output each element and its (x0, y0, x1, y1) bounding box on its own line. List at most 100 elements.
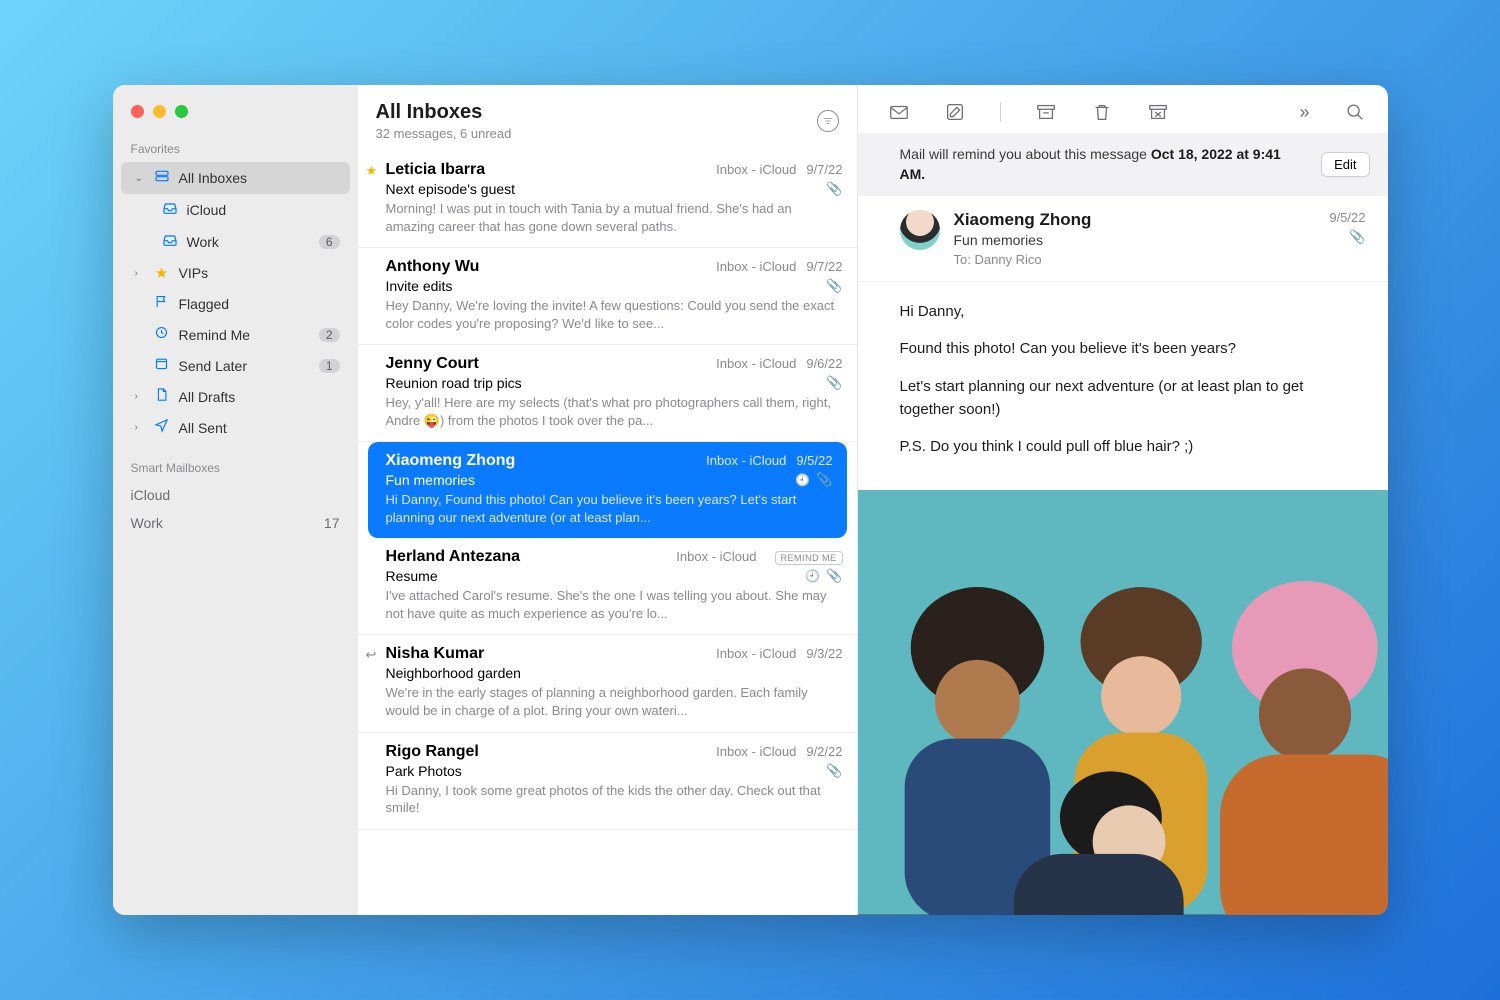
from-name: Xiaomeng Zhong (954, 210, 1316, 230)
sidebar: Favorites ⌄ All Inboxes iCloud Work 6 › … (113, 85, 358, 915)
sidebar-item-flagged[interactable]: › Flagged (121, 288, 350, 319)
sidebar-account-work[interactable]: Work 17 (113, 509, 358, 537)
sidebar-item-label: Send Later (179, 358, 311, 374)
compose-icon[interactable] (944, 101, 966, 123)
message-row[interactable]: Jenny CourtInbox - iCloud9/6/22Reunion r… (358, 345, 857, 442)
avatar (900, 210, 940, 250)
reply-icon: ↩ (366, 647, 377, 663)
count-badge: 1 (319, 359, 340, 373)
mail-window: Favorites ⌄ All Inboxes iCloud Work 6 › … (113, 85, 1388, 915)
sidebar-item-label: All Sent (179, 420, 340, 436)
envelope-icon[interactable] (888, 101, 910, 123)
calendar-icon (153, 356, 171, 375)
chevron-right-icon: › (135, 268, 145, 279)
sidebar-item-label: All Drafts (179, 389, 340, 405)
clock-icon (153, 325, 171, 344)
message-date: 9/3/22 (806, 646, 842, 661)
count-badge: 17 (324, 515, 340, 531)
message-row[interactable]: Anthony WuInbox - iCloud9/7/22Invite edi… (358, 248, 857, 345)
message-list[interactable]: ★Leticia IbarraInbox - iCloud9/7/22Next … (358, 151, 857, 915)
message-row[interactable]: Herland AntezanaInbox - iCloudREMIND MER… (358, 538, 857, 635)
mailbox-location: Inbox - iCloud (716, 162, 796, 177)
sidebar-item-label: VIPs (179, 265, 340, 281)
body-paragraph: Let's start planning our next adventure … (900, 375, 1346, 422)
message-row[interactable]: ★Leticia IbarraInbox - iCloud9/7/22Next … (358, 151, 857, 248)
zoom-window-button[interactable] (175, 105, 188, 118)
chevron-right-icon: › (135, 422, 145, 433)
message-row[interactable]: Rigo RangelInbox - iCloud9/2/22Park Phot… (358, 733, 857, 830)
sidebar-item-vips[interactable]: › ★ VIPs (121, 258, 350, 288)
document-icon (153, 387, 171, 406)
list-subtitle: 32 messages, 6 unread (376, 126, 817, 141)
body-paragraph: Hi Danny, (900, 300, 1346, 323)
trash-icon[interactable] (1091, 101, 1113, 123)
remind-me-pill: REMIND ME (775, 551, 843, 565)
message-subject: Park Photos (386, 763, 821, 779)
sidebar-item-remind-me[interactable]: › Remind Me 2 (121, 319, 350, 350)
unread-badge: 6 (319, 235, 340, 249)
message-row[interactable]: ↩ Nisha KumarInbox - iCloud 9/3/22 Neighbor… (358, 635, 857, 732)
sidebar-item-label: Flagged (179, 296, 340, 312)
minimize-window-button[interactable] (153, 105, 166, 118)
chevron-right-icon: › (135, 391, 145, 402)
clock-icon: 🕘 (805, 569, 820, 583)
reader-toolbar: » (858, 85, 1388, 133)
sidebar-section-favorites: Favorites (113, 138, 358, 162)
list-header: All Inboxes 32 messages, 6 unread (358, 85, 857, 151)
to-line: To: Danny Rico (954, 252, 1316, 267)
window-controls (113, 103, 358, 138)
mailbox-location: Inbox - iCloud (716, 744, 796, 759)
toolbar-divider (1000, 102, 1001, 122)
close-window-button[interactable] (131, 105, 144, 118)
sidebar-item-icloud[interactable]: iCloud (121, 194, 350, 226)
sidebar-item-all-sent[interactable]: › All Sent (121, 412, 350, 443)
star-icon: ★ (366, 163, 378, 179)
message-subject: Neighborhood garden (386, 665, 843, 681)
flag-icon (153, 294, 171, 313)
archive-icon[interactable] (1035, 101, 1057, 123)
sidebar-item-work[interactable]: Work 6 (121, 226, 350, 258)
junk-icon[interactable] (1147, 101, 1169, 123)
body-paragraph: Found this photo! Can you believe it's b… (900, 337, 1346, 360)
message-row[interactable]: Xiaomeng ZhongInbox - iCloud9/5/22Fun me… (368, 442, 847, 538)
paperplane-icon (153, 418, 171, 437)
mailbox-location: Inbox - iCloud (716, 356, 796, 371)
remind-banner-text: Mail will remind you about this message … (900, 145, 1310, 184)
sidebar-item-label: All Inboxes (179, 170, 340, 186)
message-subject: Fun memories (954, 232, 1316, 248)
message-subject: Reunion road trip pics (386, 375, 821, 391)
attachment-icon: 📎 (826, 568, 842, 584)
attachment-icon: 📎 (826, 181, 842, 197)
attachment-photo[interactable] (858, 490, 1388, 915)
message-date: 9/2/22 (806, 744, 842, 759)
message-date: 9/7/22 (806, 259, 842, 274)
search-icon[interactable] (1344, 101, 1366, 123)
mailbox-location: Inbox - iCloud (676, 549, 756, 564)
message-date: 9/6/22 (806, 356, 842, 371)
sidebar-item-all-inboxes[interactable]: ⌄ All Inboxes (121, 162, 350, 194)
mailbox-location: Inbox - iCloud (716, 646, 796, 661)
attachment-icon: 📎 (816, 472, 832, 488)
list-title: All Inboxes (376, 101, 817, 124)
message-preview: Hey, y'all! Here are my selects (that's … (386, 394, 843, 429)
mailbox-location: Inbox - iCloud (706, 453, 786, 468)
filter-button[interactable] (817, 110, 839, 132)
message-subject: Resume (386, 568, 800, 584)
edit-button[interactable]: Edit (1321, 152, 1369, 177)
message-date: 9/7/22 (806, 162, 842, 177)
sidebar-account-icloud[interactable]: iCloud (113, 481, 358, 509)
message-preview: Hi Danny, Found this photo! Can you beli… (386, 491, 833, 526)
sidebar-item-send-later[interactable]: › Send Later 1 (121, 350, 350, 381)
count-badge: 2 (319, 328, 340, 342)
sender-name: Xiaomeng Zhong (386, 452, 707, 470)
sidebar-item-all-drafts[interactable]: › All Drafts (121, 381, 350, 412)
more-icon[interactable]: » (1299, 102, 1309, 123)
message-date: 9/5/22 (796, 453, 832, 468)
message-preview: We're in the early stages of planning a … (386, 684, 843, 719)
inbox-stack-icon (153, 168, 171, 188)
sidebar-item-label: iCloud (187, 202, 340, 218)
message-subject: Invite edits (386, 278, 821, 294)
message-date: 9/5/22 (1329, 210, 1365, 225)
sender-name: Nisha Kumar (386, 645, 717, 663)
attachment-icon: 📎 (826, 375, 842, 391)
